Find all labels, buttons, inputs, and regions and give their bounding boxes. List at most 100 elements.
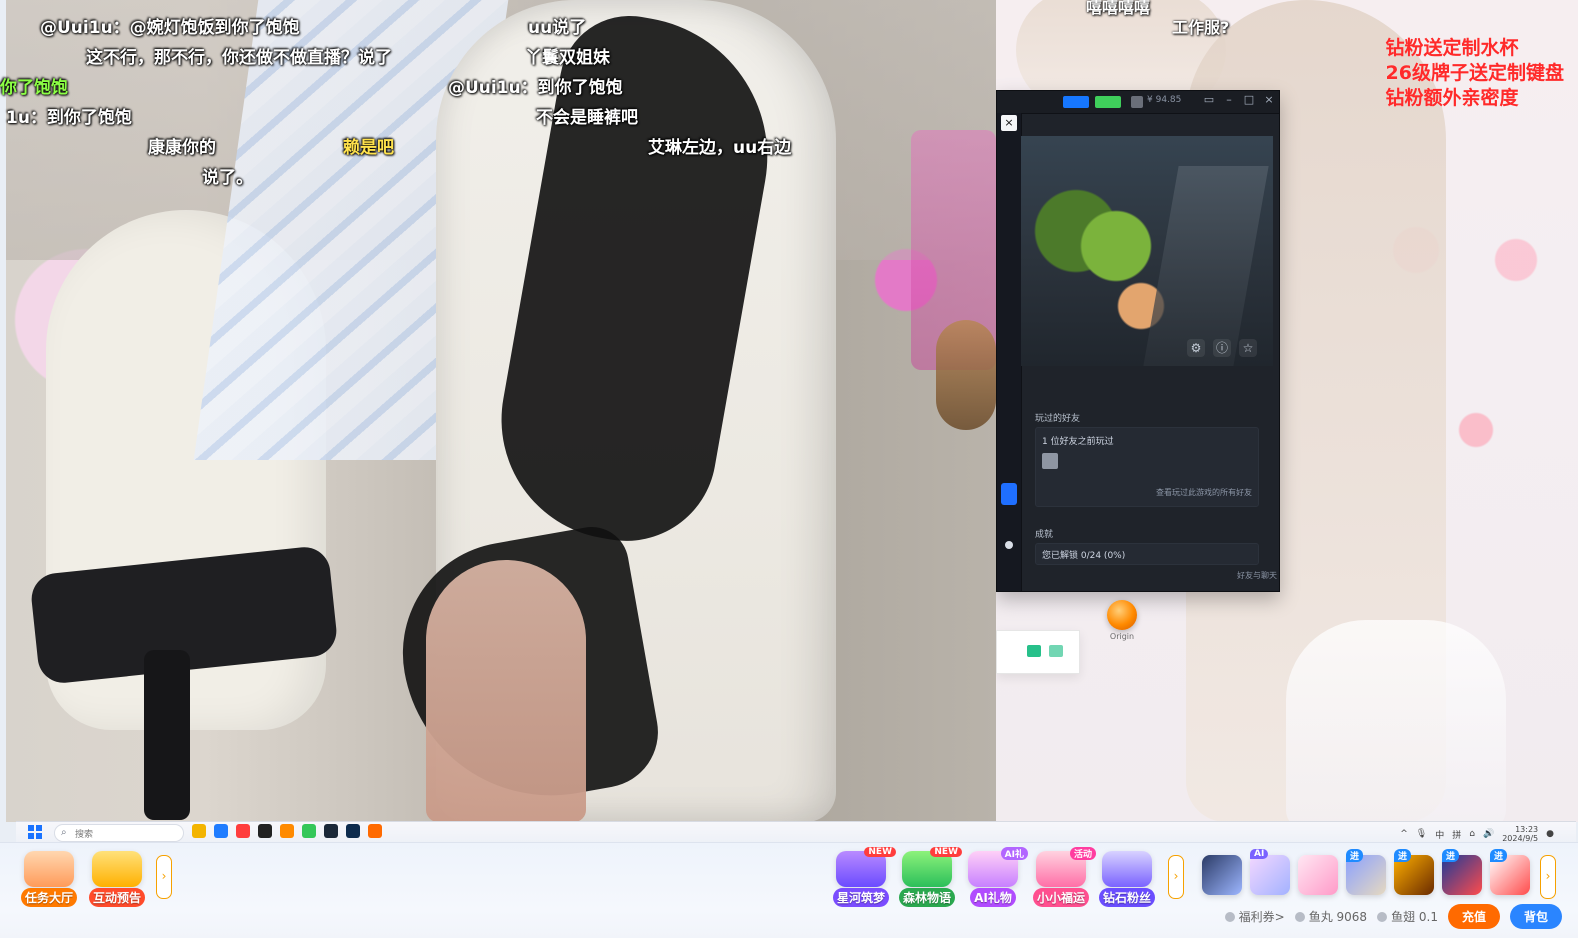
gift-tile[interactable]: 进	[1394, 849, 1434, 895]
display-icon[interactable]: ▭	[1203, 94, 1215, 106]
trophy-icon	[92, 851, 142, 887]
danmaku-item: 不会是睡裤吧	[536, 108, 638, 128]
desktop-app-label: Origin	[1109, 632, 1135, 641]
background-figure	[936, 320, 996, 430]
panel-icon[interactable]	[1027, 645, 1041, 657]
gear-icon[interactable]: ⚙	[1187, 339, 1205, 357]
clock-time: 13:23	[1515, 825, 1539, 834]
friends-section-title: 玩过的好友	[1035, 414, 1081, 424]
chevron-right-icon[interactable]: ›	[1168, 855, 1184, 899]
promo-line: 26级牌子送定制键盘	[1385, 62, 1564, 84]
system-tray: ^ 🎙 中 拼 ⌂ 🔊 13:23 2024/9/5 ●	[1400, 825, 1554, 843]
volume-icon[interactable]: 🔊	[1483, 829, 1494, 839]
mini-panel[interactable]	[996, 630, 1080, 674]
feature-item[interactable]: NEW 森林物语	[898, 847, 962, 907]
close-icon[interactable]: ×	[1001, 115, 1017, 131]
wallet-area: 福利券> 鱼丸 9068 鱼翅 0.1 充值 背包	[1224, 904, 1562, 929]
interactive-preview-label: 互动预告	[88, 888, 145, 907]
desktop-background: 嘻嘻嘻嘻 工作服? 钻粉送定制水杯 26级牌子送定制键盘 钻粉额外亲密度 ¥ 9…	[996, 0, 1578, 822]
danmaku-item: 这不行，那不行，你还做不做直播？说了	[86, 48, 392, 68]
friends-card-link[interactable]: 查看玩过此游戏的所有好友	[1036, 487, 1258, 504]
clock[interactable]: 13:23 2024/9/5	[1502, 825, 1538, 843]
search-icon: ⌕	[61, 827, 67, 838]
app-icon[interactable]	[236, 824, 250, 838]
danmaku-item: 1u：到你了饱饱	[6, 108, 132, 128]
star-icon[interactable]: ☆	[1239, 339, 1257, 357]
gift-tile[interactable]	[1298, 855, 1338, 895]
windows-start-icon[interactable]	[28, 825, 42, 839]
feature-item[interactable]: 钻石粉丝	[1098, 851, 1156, 907]
edge-icon[interactable]	[214, 824, 228, 838]
bag-button[interactable]: 背包	[1509, 904, 1562, 929]
app-icon[interactable]	[258, 824, 272, 838]
chevron-up-icon[interactable]: ^	[1400, 829, 1408, 839]
gift-tile[interactable]: 进	[1442, 849, 1482, 895]
danmaku-item: 你了饱饱	[0, 78, 68, 98]
gift-tile[interactable]: AI	[1250, 849, 1290, 895]
danmaku-item: @Uui1u：@婉灯饱饭到你了饱饱	[40, 18, 300, 38]
game-client-window[interactable]: ¥ 94.85 ▭ – □ × × ⚙ ⓘ ☆ 玩过的好友 1 位好友之前玩过 …	[996, 90, 1280, 592]
friend-avatar[interactable]	[1042, 453, 1058, 469]
stream-bottom-bar: 任务大厅 互动预告 › NEW 星河筑梦 NEW 森林物语 AI礼 AI礼物 活…	[0, 842, 1578, 938]
feature-label: 小小福运	[1032, 888, 1089, 907]
diamond-icon	[1102, 851, 1152, 887]
live-video[interactable]	[6, 0, 996, 822]
close-icon[interactable]: ×	[1263, 94, 1275, 106]
app-icon[interactable]	[346, 824, 360, 838]
achievements-card[interactable]: 您已解锁 0/24 (0%)	[1035, 543, 1259, 565]
ime-mode[interactable]: 拼	[1452, 828, 1461, 841]
friends-chat-footer[interactable]: 好友与聊天	[1237, 570, 1277, 581]
sidebar-active-item[interactable]	[1001, 483, 1017, 505]
feature-item[interactable]: AI礼 AI礼物	[964, 847, 1028, 907]
wallpaper-shirt	[1286, 620, 1506, 822]
store-button[interactable]	[1063, 96, 1089, 108]
user-avatar[interactable]	[1131, 96, 1143, 108]
tile-tag: 进	[1394, 849, 1412, 862]
tile-tag: 进	[1346, 849, 1364, 862]
maximize-icon[interactable]: □	[1243, 94, 1255, 106]
feature-tag: 活动	[1069, 847, 1096, 860]
feature-item[interactable]: NEW 星河筑梦	[832, 847, 896, 907]
microphone-icon[interactable]: 🎙	[1416, 829, 1427, 839]
taskbar-search[interactable]: ⌕ 搜索	[54, 824, 184, 842]
app-icon[interactable]	[280, 824, 294, 838]
ime-indicator[interactable]: 中	[1435, 828, 1444, 841]
network-icon[interactable]: ⌂	[1469, 829, 1475, 839]
notification-icon[interactable]: ●	[1546, 829, 1554, 839]
tile-tag: 进	[1442, 849, 1460, 862]
desktop-app-icon[interactable]: Origin	[1104, 600, 1140, 641]
new-tag: NEW	[930, 847, 962, 857]
charge-button[interactable]: 充值	[1447, 904, 1500, 929]
panel-icon[interactable]	[1049, 645, 1063, 657]
chevron-right-icon[interactable]: ›	[1540, 855, 1556, 899]
screen-root: @Uui1u：@婉灯饱饭到你了饱饱 uu说了 这不行，那不行，你还做不做直播？说…	[0, 0, 1578, 938]
interactive-preview-button[interactable]: 互动预告	[88, 851, 146, 907]
info-icon[interactable]: ⓘ	[1213, 339, 1231, 357]
task-hall-label: 任务大厅	[20, 888, 77, 907]
file-explorer-icon[interactable]	[192, 824, 206, 838]
window-titlebar[interactable]: ¥ 94.85 ▭ – □ ×	[997, 91, 1279, 114]
achievements-card-text: 您已解锁 0/24 (0%)	[1042, 551, 1126, 561]
steam-icon[interactable]	[324, 824, 338, 838]
voucher-icon	[1224, 911, 1235, 922]
minimize-icon[interactable]: –	[1223, 94, 1235, 106]
feature-label: 星河筑梦	[832, 888, 889, 907]
chevron-right-icon[interactable]: ›	[156, 855, 172, 899]
friends-card[interactable]: 1 位好友之前玩过 查看玩过此游戏的所有好友	[1035, 427, 1259, 507]
voucher-link[interactable]: 福利券>	[1224, 908, 1285, 925]
voucher-text: 福利券>	[1238, 910, 1285, 924]
gift-tile[interactable]	[1202, 855, 1242, 895]
task-hall-button[interactable]: 任务大厅	[20, 851, 78, 907]
gift-tile[interactable]: 进	[1490, 849, 1530, 895]
notifications-button[interactable]	[1095, 96, 1121, 108]
tile-tag: 进	[1490, 849, 1508, 862]
settings-dot-icon[interactable]	[1005, 541, 1013, 549]
windows-taskbar: ⌕ 搜索 ^ 🎙 中 拼 ⌂ 🔊 13:23 2024/9/5 ●	[16, 821, 1576, 843]
origin-icon	[1107, 600, 1137, 630]
app-icon[interactable]	[302, 824, 316, 838]
feature-item[interactable]: 活动 小小福运	[1032, 847, 1096, 907]
friends-card-text: 1 位好友之前玩过	[1042, 437, 1114, 447]
new-tag: NEW	[864, 847, 896, 857]
app-icon[interactable]	[368, 824, 382, 838]
gift-tile[interactable]: 进	[1346, 849, 1386, 895]
